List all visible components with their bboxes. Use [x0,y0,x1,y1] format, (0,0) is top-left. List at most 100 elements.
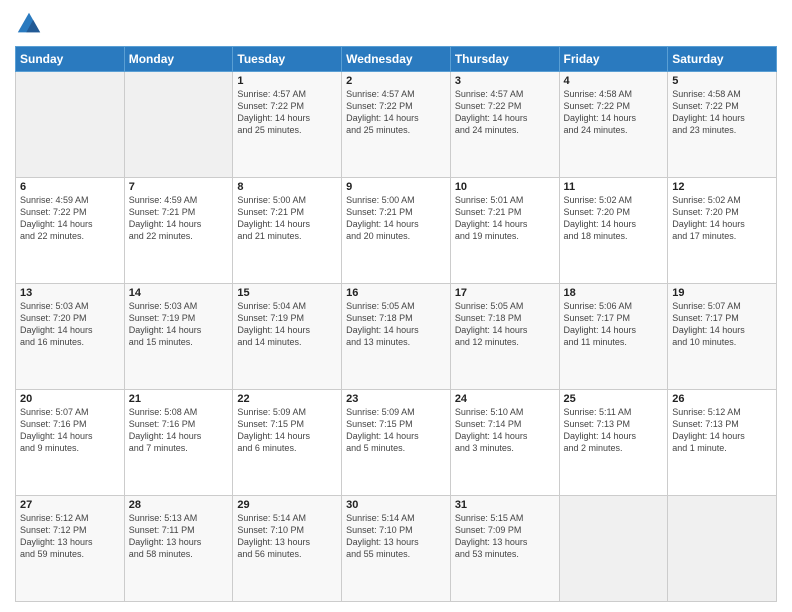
weekday-header-sunday: Sunday [16,47,125,72]
day-info: Sunrise: 5:07 AM Sunset: 7:16 PM Dayligh… [20,406,120,455]
day-number: 11 [564,181,664,193]
day-number: 14 [129,287,229,299]
day-info: Sunrise: 5:02 AM Sunset: 7:20 PM Dayligh… [672,194,772,243]
calendar-cell: 30Sunrise: 5:14 AM Sunset: 7:10 PM Dayli… [342,496,451,602]
day-info: Sunrise: 5:07 AM Sunset: 7:17 PM Dayligh… [672,300,772,349]
calendar-cell: 27Sunrise: 5:12 AM Sunset: 7:12 PM Dayli… [16,496,125,602]
day-info: Sunrise: 5:05 AM Sunset: 7:18 PM Dayligh… [346,300,446,349]
day-info: Sunrise: 5:06 AM Sunset: 7:17 PM Dayligh… [564,300,664,349]
day-number: 4 [564,75,664,87]
calendar-cell: 22Sunrise: 5:09 AM Sunset: 7:15 PM Dayli… [233,390,342,496]
day-info: Sunrise: 5:02 AM Sunset: 7:20 PM Dayligh… [564,194,664,243]
weekday-header-wednesday: Wednesday [342,47,451,72]
day-number: 23 [346,393,446,405]
calendar-cell [668,496,777,602]
weekday-header-thursday: Thursday [450,47,559,72]
day-number: 20 [20,393,120,405]
day-number: 13 [20,287,120,299]
calendar-week-row: 13Sunrise: 5:03 AM Sunset: 7:20 PM Dayli… [16,284,777,390]
day-number: 21 [129,393,229,405]
calendar-cell: 26Sunrise: 5:12 AM Sunset: 7:13 PM Dayli… [668,390,777,496]
calendar-cell: 21Sunrise: 5:08 AM Sunset: 7:16 PM Dayli… [124,390,233,496]
calendar-cell: 7Sunrise: 4:59 AM Sunset: 7:21 PM Daylig… [124,178,233,284]
day-number: 19 [672,287,772,299]
day-number: 1 [237,75,337,87]
weekday-header-friday: Friday [559,47,668,72]
calendar-cell: 6Sunrise: 4:59 AM Sunset: 7:22 PM Daylig… [16,178,125,284]
day-info: Sunrise: 4:57 AM Sunset: 7:22 PM Dayligh… [455,88,555,137]
day-number: 28 [129,499,229,511]
calendar-cell [559,496,668,602]
day-info: Sunrise: 5:12 AM Sunset: 7:12 PM Dayligh… [20,512,120,561]
calendar-cell: 12Sunrise: 5:02 AM Sunset: 7:20 PM Dayli… [668,178,777,284]
day-number: 30 [346,499,446,511]
calendar-cell: 14Sunrise: 5:03 AM Sunset: 7:19 PM Dayli… [124,284,233,390]
day-info: Sunrise: 4:58 AM Sunset: 7:22 PM Dayligh… [564,88,664,137]
calendar-week-row: 27Sunrise: 5:12 AM Sunset: 7:12 PM Dayli… [16,496,777,602]
day-info: Sunrise: 5:11 AM Sunset: 7:13 PM Dayligh… [564,406,664,455]
day-number: 12 [672,181,772,193]
page: SundayMondayTuesdayWednesdayThursdayFrid… [0,0,792,612]
calendar-cell: 11Sunrise: 5:02 AM Sunset: 7:20 PM Dayli… [559,178,668,284]
calendar-week-row: 20Sunrise: 5:07 AM Sunset: 7:16 PM Dayli… [16,390,777,496]
day-info: Sunrise: 5:00 AM Sunset: 7:21 PM Dayligh… [237,194,337,243]
day-info: Sunrise: 4:57 AM Sunset: 7:22 PM Dayligh… [237,88,337,137]
calendar-cell: 8Sunrise: 5:00 AM Sunset: 7:21 PM Daylig… [233,178,342,284]
day-info: Sunrise: 4:58 AM Sunset: 7:22 PM Dayligh… [672,88,772,137]
weekday-header-tuesday: Tuesday [233,47,342,72]
calendar-week-row: 1Sunrise: 4:57 AM Sunset: 7:22 PM Daylig… [16,72,777,178]
day-info: Sunrise: 5:00 AM Sunset: 7:21 PM Dayligh… [346,194,446,243]
day-number: 27 [20,499,120,511]
day-number: 6 [20,181,120,193]
logo [15,10,47,38]
calendar-cell: 15Sunrise: 5:04 AM Sunset: 7:19 PM Dayli… [233,284,342,390]
calendar-cell: 5Sunrise: 4:58 AM Sunset: 7:22 PM Daylig… [668,72,777,178]
day-number: 16 [346,287,446,299]
calendar-cell: 13Sunrise: 5:03 AM Sunset: 7:20 PM Dayli… [16,284,125,390]
calendar-cell: 19Sunrise: 5:07 AM Sunset: 7:17 PM Dayli… [668,284,777,390]
day-info: Sunrise: 5:09 AM Sunset: 7:15 PM Dayligh… [237,406,337,455]
day-number: 24 [455,393,555,405]
day-number: 31 [455,499,555,511]
day-info: Sunrise: 5:14 AM Sunset: 7:10 PM Dayligh… [346,512,446,561]
calendar-cell: 4Sunrise: 4:58 AM Sunset: 7:22 PM Daylig… [559,72,668,178]
day-number: 9 [346,181,446,193]
calendar-cell: 23Sunrise: 5:09 AM Sunset: 7:15 PM Dayli… [342,390,451,496]
calendar-cell: 9Sunrise: 5:00 AM Sunset: 7:21 PM Daylig… [342,178,451,284]
weekday-header-row: SundayMondayTuesdayWednesdayThursdayFrid… [16,47,777,72]
day-info: Sunrise: 5:14 AM Sunset: 7:10 PM Dayligh… [237,512,337,561]
day-number: 15 [237,287,337,299]
day-number: 10 [455,181,555,193]
calendar-cell [124,72,233,178]
day-number: 22 [237,393,337,405]
calendar-week-row: 6Sunrise: 4:59 AM Sunset: 7:22 PM Daylig… [16,178,777,284]
day-info: Sunrise: 5:08 AM Sunset: 7:16 PM Dayligh… [129,406,229,455]
day-info: Sunrise: 5:01 AM Sunset: 7:21 PM Dayligh… [455,194,555,243]
day-info: Sunrise: 4:59 AM Sunset: 7:21 PM Dayligh… [129,194,229,243]
calendar-cell: 2Sunrise: 4:57 AM Sunset: 7:22 PM Daylig… [342,72,451,178]
calendar-cell: 18Sunrise: 5:06 AM Sunset: 7:17 PM Dayli… [559,284,668,390]
calendar-cell [16,72,125,178]
day-number: 7 [129,181,229,193]
calendar-cell: 16Sunrise: 5:05 AM Sunset: 7:18 PM Dayli… [342,284,451,390]
weekday-header-monday: Monday [124,47,233,72]
day-info: Sunrise: 5:13 AM Sunset: 7:11 PM Dayligh… [129,512,229,561]
calendar-table: SundayMondayTuesdayWednesdayThursdayFrid… [15,46,777,602]
day-info: Sunrise: 5:12 AM Sunset: 7:13 PM Dayligh… [672,406,772,455]
day-number: 3 [455,75,555,87]
header [15,10,777,38]
calendar-cell: 3Sunrise: 4:57 AM Sunset: 7:22 PM Daylig… [450,72,559,178]
day-info: Sunrise: 5:03 AM Sunset: 7:19 PM Dayligh… [129,300,229,349]
calendar-cell: 29Sunrise: 5:14 AM Sunset: 7:10 PM Dayli… [233,496,342,602]
logo-icon [15,10,43,38]
day-number: 2 [346,75,446,87]
day-number: 8 [237,181,337,193]
day-info: Sunrise: 5:05 AM Sunset: 7:18 PM Dayligh… [455,300,555,349]
day-number: 25 [564,393,664,405]
day-info: Sunrise: 4:59 AM Sunset: 7:22 PM Dayligh… [20,194,120,243]
day-info: Sunrise: 4:57 AM Sunset: 7:22 PM Dayligh… [346,88,446,137]
calendar-cell: 28Sunrise: 5:13 AM Sunset: 7:11 PM Dayli… [124,496,233,602]
day-number: 29 [237,499,337,511]
calendar-cell: 20Sunrise: 5:07 AM Sunset: 7:16 PM Dayli… [16,390,125,496]
calendar-cell: 17Sunrise: 5:05 AM Sunset: 7:18 PM Dayli… [450,284,559,390]
